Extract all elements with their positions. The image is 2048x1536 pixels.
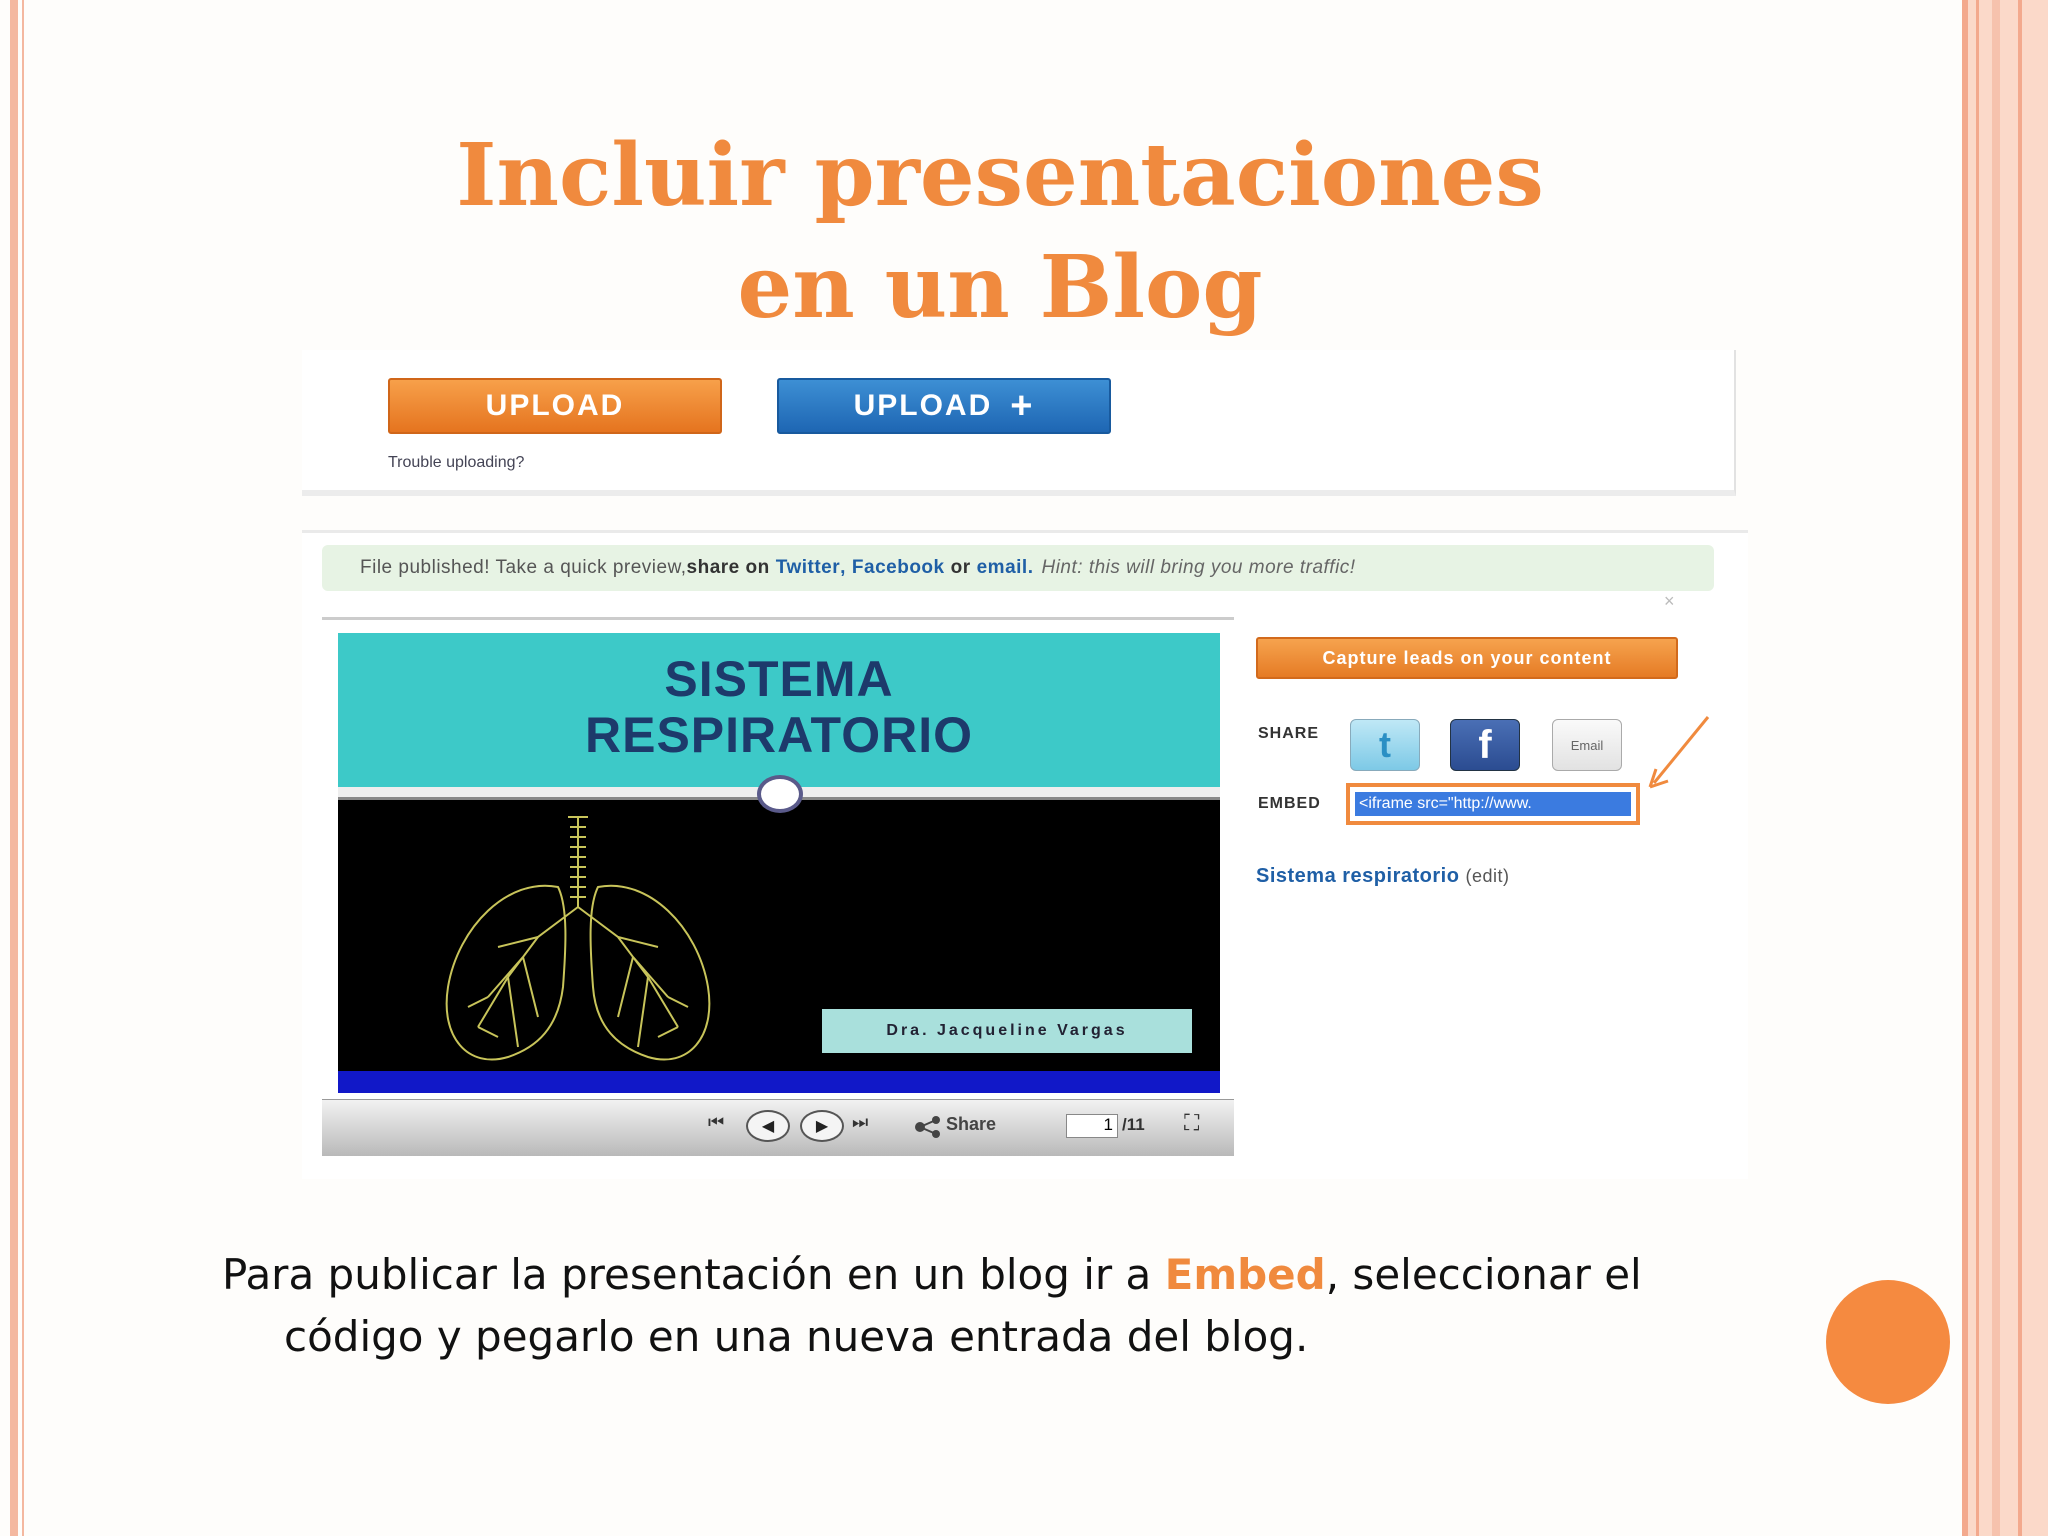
last-slide-icon[interactable]: ⏭ — [852, 1112, 868, 1133]
share-label: SHARE — [1258, 725, 1320, 742]
slide-title-line1: Incluir presentaciones — [456, 125, 1544, 226]
caption-line1: Para publicar la presentación en un blog… — [222, 1244, 1762, 1306]
close-icon[interactable]: × — [1664, 591, 1675, 612]
slide-title: Incluir presentaciones en un Blog — [300, 120, 1700, 344]
right-border-line — [1976, 0, 1979, 1536]
right-border-line — [1962, 0, 1968, 1536]
twitter-link[interactable]: Twitter — [776, 557, 840, 579]
twitter-icon[interactable]: t — [1350, 719, 1420, 771]
slide-author: Dra. Jacqueline Vargas — [822, 1009, 1192, 1053]
caption-embed-highlight: Embed — [1164, 1250, 1326, 1299]
lungs-illustration — [445, 816, 711, 1061]
right-border-line — [2018, 0, 2022, 1536]
arrow-icon — [1648, 716, 1710, 789]
presentation-title-link[interactable]: Sistema respiratorio — [1256, 865, 1459, 887]
upload-plus-label: UPLOAD — [853, 389, 993, 422]
embed-code-field[interactable]: <iframe src="http://www. — [1346, 783, 1640, 825]
first-slide-icon[interactable]: ⏮ — [708, 1112, 724, 1133]
upload-button[interactable]: UPLOAD — [388, 378, 722, 434]
capture-leads-button[interactable]: Capture leads on your content — [1256, 637, 1678, 679]
fullscreen-icon[interactable]: ⛶ — [1184, 1110, 1199, 1136]
next-slide-button[interactable]: ▶ — [800, 1110, 844, 1142]
notice-text: File published! Take a quick preview, — [360, 557, 687, 578]
left-border — [10, 0, 18, 1536]
publish-notice: File published! Take a quick preview, sh… — [322, 545, 1714, 591]
plus-icon: + — [1010, 385, 1035, 427]
caption-part2: , seleccionar el — [1325, 1250, 1642, 1299]
facebook-icon[interactable]: f — [1450, 719, 1520, 771]
viewer-controls: ⏮ ◀ ▶ ⏭ Share 1 /11 ⛶ — [322, 1099, 1234, 1156]
presentation-title: Sistema respiratorio (edit) — [1256, 865, 1510, 888]
embed-label: EMBED — [1258, 795, 1321, 812]
right-border-band — [1962, 0, 2048, 1536]
share-button[interactable]: Share — [946, 1114, 996, 1135]
notice-or: or — [950, 557, 971, 578]
viewer-slide-title: SISTEMA RESPIRATORIO — [338, 633, 1220, 787]
main-area: File published! Take a quick preview, sh… — [302, 530, 1748, 1179]
notice-share-on: share on — [686, 557, 770, 578]
page-number-input[interactable]: 1 — [1066, 1114, 1118, 1138]
slide-caption: Para publicar la presentación en un blog… — [222, 1244, 1762, 1368]
email-icon[interactable]: Email — [1552, 719, 1622, 771]
right-border-line — [1992, 0, 2000, 1536]
upload-plus-button[interactable]: UPLOAD + — [777, 378, 1111, 434]
viewer-bottom-band — [338, 1071, 1220, 1093]
notice-hint: Hint: this will bring you more traffic! — [1041, 557, 1356, 578]
embed-code-selection[interactable]: <iframe src="http://www. — [1355, 792, 1631, 816]
share-icon[interactable] — [914, 1116, 942, 1138]
notice-comma: , — [840, 557, 846, 578]
viewer-title-line2: RESPIRATORIO — [585, 707, 973, 763]
left-border-line — [22, 0, 24, 1536]
email-link[interactable]: email. — [977, 557, 1034, 579]
page-total: /11 — [1122, 1115, 1145, 1134]
upload-area: UPLOAD UPLOAD + Trouble uploading? — [302, 350, 1736, 496]
divider — [322, 617, 1234, 620]
caption-line2: código y pegarlo en una nueva entrada de… — [284, 1312, 1309, 1361]
decorative-circle — [1826, 1280, 1950, 1404]
trouble-uploading-link[interactable]: Trouble uploading? — [388, 454, 524, 472]
facebook-link[interactable]: Facebook — [852, 557, 945, 579]
previous-slide-button[interactable]: ◀ — [746, 1110, 790, 1142]
caption-part1: Para publicar la presentación en un blog… — [222, 1250, 1165, 1299]
slide-viewer[interactable]: SISTEMA RESPIRATORIO Dra. Jacqueline Var… — [338, 633, 1220, 1093]
edit-link[interactable]: (edit) — [1465, 866, 1509, 886]
progress-knob-icon[interactable] — [757, 775, 803, 813]
viewer-title-line1: SISTEMA — [664, 651, 894, 707]
slide-title-line2: en un Blog — [737, 237, 1263, 338]
embedded-screenshot: UPLOAD UPLOAD + Trouble uploading? File … — [302, 350, 1752, 1179]
